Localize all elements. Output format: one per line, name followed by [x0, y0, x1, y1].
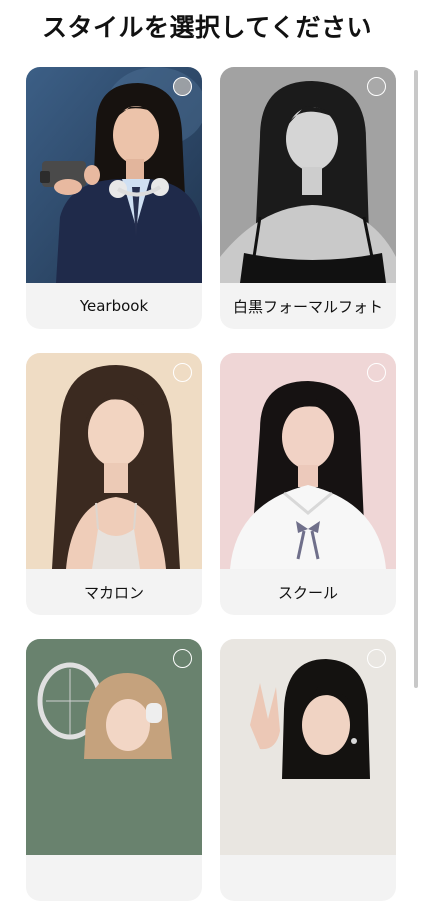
- style-label: スクール: [277, 583, 338, 602]
- style-photo-tennis: [26, 639, 202, 855]
- scrollbar[interactable]: [414, 70, 418, 688]
- style-grid: Yearbook 白黒フォーマルフォト マカロン スクール: [0, 0, 422, 901]
- style-photo-monochrome-formal: [220, 67, 396, 283]
- style-label: Yearbook: [79, 297, 149, 315]
- style-card-monochrome-formal[interactable]: 白黒フォーマルフォト: [220, 67, 396, 329]
- style-label: マカロン: [83, 583, 144, 602]
- style-select-radio[interactable]: [367, 649, 386, 668]
- style-select-radio[interactable]: [173, 649, 192, 668]
- style-label: 白黒フォーマルフォト: [232, 297, 383, 316]
- style-card-yearbook[interactable]: Yearbook: [26, 67, 202, 329]
- style-select-radio[interactable]: [367, 77, 386, 96]
- style-select-radio[interactable]: [173, 363, 192, 382]
- style-select-radio[interactable]: [367, 363, 386, 382]
- style-select-radio[interactable]: [173, 77, 192, 96]
- style-photo-school: [220, 353, 396, 569]
- style-photo-yearbook: [26, 67, 202, 283]
- style-photo-pose: [220, 639, 396, 855]
- style-card-tennis[interactable]: [26, 639, 202, 901]
- style-photo-macaron: [26, 353, 202, 569]
- style-card-pose[interactable]: [220, 639, 396, 901]
- style-card-macaron[interactable]: マカロン: [26, 353, 202, 615]
- style-label: [220, 855, 396, 901]
- style-label: [26, 855, 202, 901]
- style-card-school[interactable]: スクール: [220, 353, 396, 615]
